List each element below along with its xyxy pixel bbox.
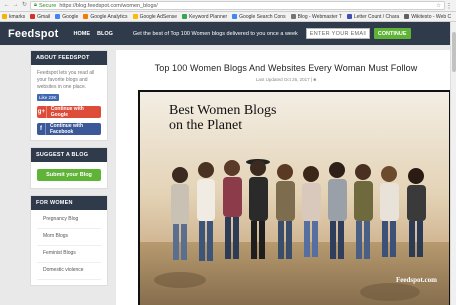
submit-blog-button[interactable]: Submit your Blog xyxy=(37,169,101,181)
last-updated-label: Last Updated Oct 26, 2017 | xyxy=(255,77,313,82)
bookmark-favicon-icon xyxy=(83,14,89,19)
header-tagline: Get the best of Top 100 Women blogs deli… xyxy=(132,30,298,37)
for-women-heading: FOR WOMEN xyxy=(31,196,107,210)
back-arrow-icon[interactable]: ← xyxy=(3,2,10,9)
sidebar-item-domestic-violence[interactable]: Domestic violence xyxy=(37,263,101,280)
bookmark-item[interactable]: Google Analytics xyxy=(83,13,128,20)
bookmark-label: Google Search Cons xyxy=(239,13,286,20)
nav-home[interactable]: HOME xyxy=(74,31,91,37)
sidebar-item-mom[interactable]: Mom Blogs xyxy=(37,229,101,246)
bookmarks-bar: kmarks Gmail Google Google Analytics Google … xyxy=(0,12,456,22)
reload-icon[interactable]: ↻ xyxy=(21,2,28,9)
bookmark-item[interactable]: Blog - Webmaster T xyxy=(290,13,342,20)
lock-icon: 🔒︎ xyxy=(34,2,37,8)
bookmark-favicon-icon xyxy=(2,14,7,19)
bookmark-label: Google AdSense xyxy=(139,13,178,20)
hero-credit: Feedspot.com xyxy=(395,276,437,284)
bookmark-label: Wikitesto - Web C xyxy=(411,13,452,20)
bookmark-item[interactable]: Wikitesto - Web C xyxy=(404,14,451,20)
for-women-card: FOR WOMEN Pregnancy Blog Mom Blogs Femin… xyxy=(30,195,108,286)
bookmark-favicon-icon xyxy=(182,14,188,19)
bookmark-label: kmarks xyxy=(9,13,26,20)
bookmark-label: Google xyxy=(62,13,79,20)
hero-title-line-2: on the Planet xyxy=(169,118,243,133)
bookmark-favicon-icon xyxy=(290,14,296,19)
facebook-like-button[interactable]: Like 23K xyxy=(37,94,59,101)
rss-icon[interactable]: ■ xyxy=(313,77,316,82)
bookmark-favicon-icon xyxy=(404,14,410,19)
forward-arrow-icon[interactable]: → xyxy=(12,2,19,9)
bookmark-favicon-icon xyxy=(346,14,352,19)
bookmark-label: Blog - Webmaster T xyxy=(297,13,342,20)
hero-image: Best Women Blogs on the Planet Feedspot.… xyxy=(138,90,451,305)
bookmark-favicon-icon xyxy=(132,14,138,19)
bookmark-star-icon[interactable]: ☆ xyxy=(436,3,441,9)
bookmark-item[interactable]: Google AdSense xyxy=(132,13,178,20)
site-header: Feedspot HOME BLOG Get the best of Top 1… xyxy=(0,22,456,45)
bookmark-item[interactable]: Google xyxy=(55,14,78,20)
bookmark-item[interactable]: Letter Count / Chara xyxy=(346,13,400,20)
secure-label: Secure xyxy=(38,2,57,9)
scrollbar-thumb[interactable] xyxy=(452,32,456,72)
page-scrollbar[interactable] xyxy=(450,22,456,305)
bookmark-item[interactable]: kmarks xyxy=(2,14,25,20)
browser-address-bar: ← → ↻ 🔒︎ Secure https://blog.feedspot.co… xyxy=(0,0,456,12)
bookmark-label: Letter Count / Chara xyxy=(353,13,400,20)
main-content: Top 100 Women Blogs And Websites Every W… xyxy=(116,50,456,305)
sidebar-item-feminist[interactable]: Feminist Blogs xyxy=(37,246,101,263)
hero-title-line-1: Best Women Blogs xyxy=(169,103,277,118)
facebook-button-label: Continue with Facebook xyxy=(49,123,84,135)
page-title: Top 100 Women Blogs And Websites Every W… xyxy=(154,63,418,73)
continue-with-google-button[interactable]: g+ Continue with Google xyxy=(37,106,101,118)
nav-blog[interactable]: BLOG xyxy=(97,31,113,37)
url-bar[interactable]: 🔒︎ Secure https://blog.feedspot.com/wome… xyxy=(30,1,445,10)
bookmark-favicon-icon xyxy=(30,14,36,19)
facebook-icon: f xyxy=(37,123,46,135)
last-updated-text: Last Updated Oct 26, 2017 | ■ xyxy=(116,77,456,82)
browser-menu-icon[interactable]: ⋮ xyxy=(445,2,453,10)
bookmark-label: Keyword Planner xyxy=(189,13,228,20)
bookmark-item[interactable]: Google Search Cons xyxy=(232,13,286,20)
continue-button[interactable]: CONTINUE xyxy=(373,28,411,39)
google-plus-icon: g+ xyxy=(37,106,47,118)
bookmark-favicon-icon xyxy=(55,14,61,19)
about-heading: ABOUT FEEDSPOT xyxy=(31,51,107,65)
suggest-card: SUGGEST A BLOG Submit your Blog xyxy=(30,147,108,189)
url-text: https://blog.feedspot.com/women_blogs/ xyxy=(59,2,158,9)
about-text: Feedspot lets you read all your favorite… xyxy=(37,70,95,90)
suggest-heading: SUGGEST A BLOG xyxy=(31,148,107,162)
bookmark-item[interactable]: Gmail xyxy=(30,14,50,20)
google-button-label: Continue with Google xyxy=(50,106,84,118)
about-card: ABOUT FEEDSPOT Feedspot lets you read al… xyxy=(30,50,108,141)
bookmark-favicon-icon xyxy=(232,14,238,19)
sidebar: ABOUT FEEDSPOT Feedspot lets you read al… xyxy=(30,50,108,292)
bookmark-item[interactable]: Keyword Planner xyxy=(182,14,227,20)
feedspot-logo[interactable]: Feedspot xyxy=(8,28,59,40)
hero-title: Best Women Blogs on the Planet xyxy=(169,103,277,133)
bookmark-label: Gmail xyxy=(37,13,51,20)
bookmark-label: Google Analytics xyxy=(90,13,128,20)
email-input[interactable] xyxy=(305,28,370,39)
continue-with-facebook-button[interactable]: f Continue with Facebook xyxy=(37,123,101,135)
sidebar-item-pregnancy[interactable]: Pregnancy Blog xyxy=(37,212,101,229)
